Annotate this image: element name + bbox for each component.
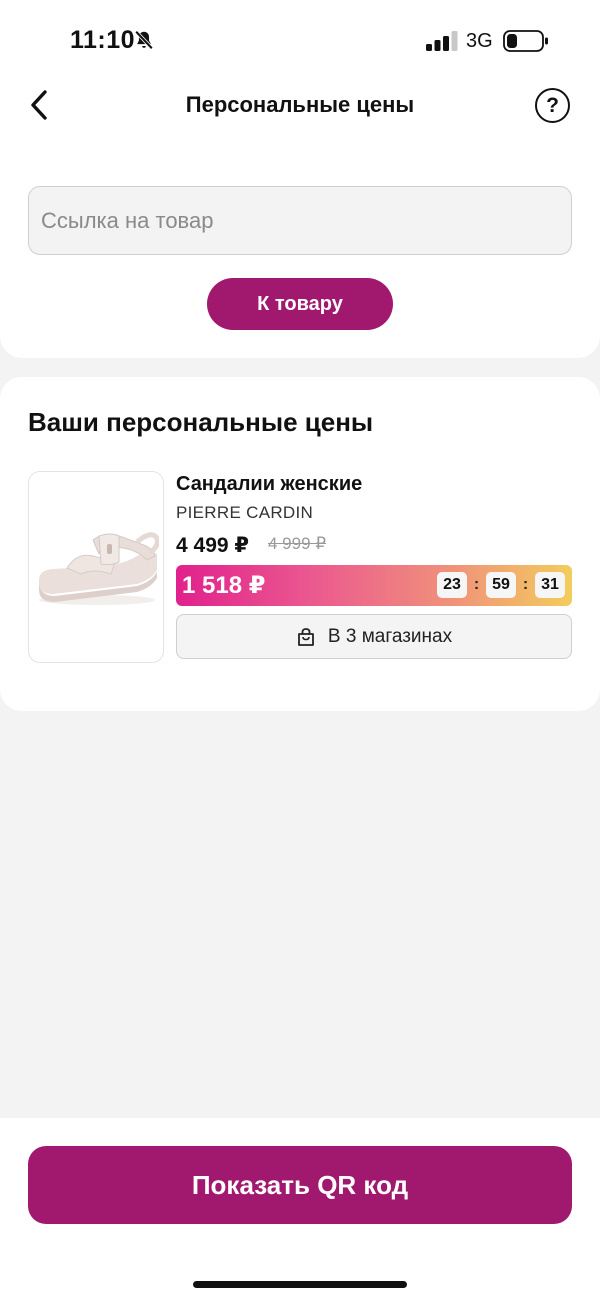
personal-prices-card: Ваши персональные цены Сандалии женские … bbox=[0, 377, 600, 711]
signal-icon bbox=[426, 31, 458, 51]
timer-minutes: 59 bbox=[486, 572, 516, 598]
product-name: Сандалии женские bbox=[176, 473, 363, 495]
bell-slash-icon bbox=[134, 30, 154, 50]
shopping-bag-icon bbox=[298, 627, 314, 646]
product-image[interactable] bbox=[28, 471, 164, 663]
sandal-image bbox=[39, 532, 159, 605]
timer-separator: : bbox=[473, 576, 480, 593]
countdown-timer: 23 : 59 : 31 bbox=[437, 572, 565, 598]
bottom-panel: Показать QR код bbox=[0, 1118, 600, 1300]
personal-price: 1 518 ₽ bbox=[182, 572, 266, 599]
product-brand: PIERRE CARDIN bbox=[176, 503, 314, 522]
product-link-input[interactable] bbox=[28, 186, 572, 255]
to-product-button[interactable]: К товару bbox=[207, 278, 393, 330]
stores-label: В 3 магазинах bbox=[327, 625, 453, 647]
battery-icon bbox=[503, 30, 548, 52]
search-card: 11:10 3G Персональные цены ? К товару bbox=[0, 0, 600, 358]
product-old-price: 4 999 ₽ bbox=[268, 534, 327, 553]
page-title: Персональные цены bbox=[185, 92, 415, 117]
section-title: Ваши персональные цены bbox=[28, 407, 374, 437]
product-price: 4 499 ₽ bbox=[176, 534, 249, 557]
stores-availability-button[interactable]: В 3 магазинах bbox=[176, 614, 572, 659]
personal-price-bar: 1 518 ₽ 23 : 59 : 31 bbox=[176, 565, 572, 606]
timer-separator: : bbox=[522, 576, 529, 593]
status-bar: 11:10 3G bbox=[0, 0, 600, 80]
timer-hours: 23 bbox=[437, 572, 467, 598]
timer-seconds: 31 bbox=[535, 572, 565, 598]
show-qr-button[interactable]: Показать QR код bbox=[28, 1146, 572, 1224]
help-icon[interactable]: ? bbox=[535, 88, 570, 123]
home-indicator bbox=[193, 1281, 407, 1288]
network-type: 3G bbox=[466, 30, 493, 52]
status-time: 11:10 bbox=[70, 26, 136, 54]
